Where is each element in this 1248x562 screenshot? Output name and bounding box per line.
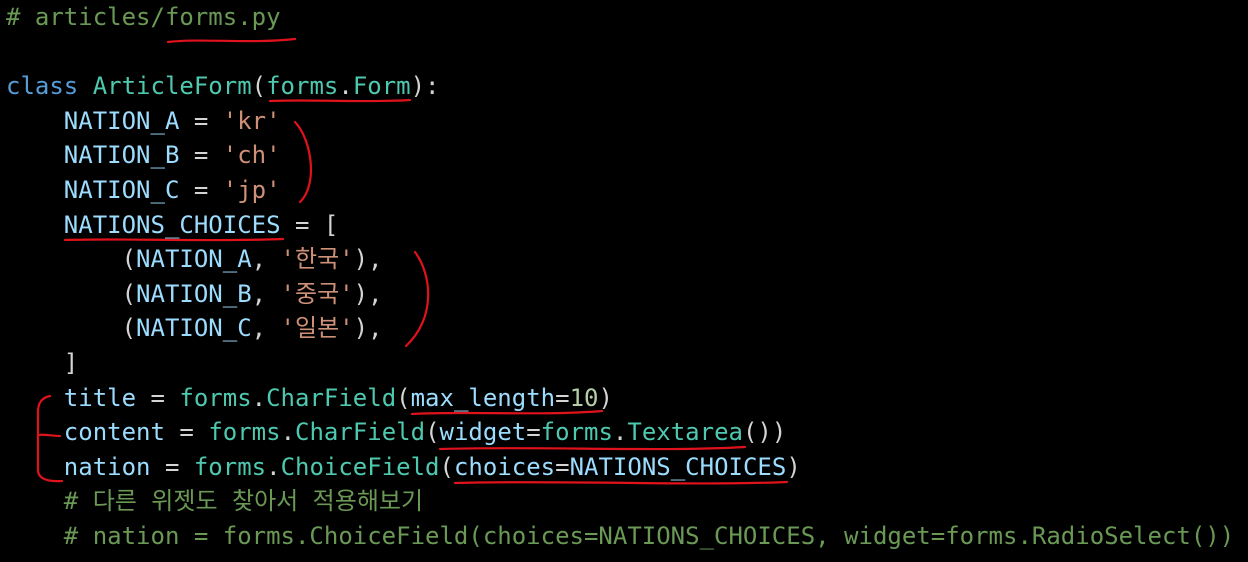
code-token: '한국': [280, 245, 354, 274]
code-token: '일본': [280, 314, 354, 343]
code-token: forms: [540, 418, 613, 447]
code-line-6[interactable]: NATION_C = 'jp': [6, 173, 1234, 208]
code-line-9[interactable]: (NATION_B, '중국'),: [6, 277, 1234, 312]
code-token: choices: [453, 452, 556, 481]
code-token: 'jp': [222, 175, 281, 204]
code-line-15[interactable]: # 다른 위젯도 찾아서 적용해보기: [6, 484, 1234, 519]
code-token: .: [251, 383, 267, 412]
code-token: ),: [353, 279, 383, 308]
code-line-11[interactable]: ]: [6, 346, 1234, 381]
code-token: forms: [208, 418, 281, 447]
code-line-10[interactable]: (NATION_C, '일본'),: [6, 311, 1234, 346]
code-token: (: [6, 279, 137, 308]
code-token: # nation = forms.ChoiceField(choices=NAT…: [6, 521, 1235, 550]
code-token: CharField: [295, 418, 426, 447]
code-block[interactable]: # articles/forms.py class ArticleForm(fo…: [6, 0, 1234, 554]
code-token: '중국': [280, 279, 354, 308]
code-token: ),: [353, 314, 383, 343]
code-token: .: [266, 452, 281, 481]
code-token: # articles/forms.py: [6, 3, 281, 31]
code-line-2[interactable]: [6, 35, 1234, 70]
code-token: ()): [742, 418, 787, 447]
code-token: CharField: [266, 383, 397, 412]
code-token: =: [555, 383, 570, 412]
code-token: (: [439, 452, 454, 481]
code-token: ,: [251, 245, 281, 274]
code-token: ):: [410, 72, 440, 101]
code-token: .: [280, 418, 296, 447]
code-token: ): [598, 383, 613, 412]
code-token: =: [179, 175, 223, 204]
code-token: =: [179, 106, 223, 135]
code-token: 10: [569, 383, 599, 412]
code-token: title: [63, 383, 137, 412]
code-token: (: [425, 418, 440, 447]
code-line-7[interactable]: NATIONS_CHOICES = [: [6, 208, 1234, 243]
code-line-8[interactable]: (NATION_A, '한국'),: [6, 242, 1234, 277]
code-token: =: [136, 383, 180, 412]
code-token: =: [555, 452, 570, 481]
code-token: NATION_A: [63, 106, 180, 135]
code-token: (: [251, 72, 267, 101]
code-token: NATION_B: [63, 141, 180, 170]
code-token: (: [396, 383, 411, 412]
code-line-1[interactable]: # articles/forms.py: [6, 0, 1234, 35]
code-line-5[interactable]: NATION_B = 'ch': [6, 138, 1234, 173]
code-token: ): [786, 452, 801, 481]
code-token: content: [63, 418, 165, 447]
code-token: ,: [251, 279, 281, 308]
code-token: ,: [251, 314, 281, 343]
code-token: NATION_B: [136, 279, 252, 308]
code-line-14[interactable]: nation = forms.ChoiceField(choices=NATIO…: [6, 450, 1234, 485]
code-line-4[interactable]: NATION_A = 'kr': [6, 104, 1234, 139]
code-token: =: [150, 452, 194, 481]
code-token: (: [6, 245, 137, 274]
code-token: = [: [280, 210, 339, 239]
code-token: forms: [266, 72, 339, 101]
code-token: forms: [193, 452, 267, 481]
code-line-12[interactable]: title = forms.CharField(max_length=10): [6, 381, 1234, 416]
code-token: ),: [353, 245, 383, 274]
code-token: =: [164, 418, 209, 447]
code-token: =: [526, 418, 541, 447]
code-token: # 다른 위젯도 찾아서 적용해보기: [6, 487, 424, 516]
code-token: ChoiceField: [280, 452, 440, 481]
code-token: ArticleForm: [92, 72, 252, 101]
code-token: forms: [179, 383, 252, 412]
code-token: NATION_C: [63, 175, 180, 204]
code-line-13[interactable]: content = forms.CharField(widget=forms.T…: [6, 415, 1234, 450]
code-line-16[interactable]: # nation = forms.ChoiceField(choices=NAT…: [6, 519, 1234, 554]
code-token: .: [612, 418, 628, 447]
code-token: 'ch': [222, 141, 281, 170]
code-token: (: [6, 314, 137, 343]
code-token: .: [338, 72, 353, 101]
code-token: class: [6, 72, 79, 101]
code-token: NATION_A: [136, 245, 252, 274]
code-token: NATIONS_CHOICES: [569, 452, 787, 481]
code-token: Form: [352, 72, 411, 101]
code-token: Textarea: [627, 418, 743, 447]
code-token: =: [179, 141, 223, 170]
code-line-3[interactable]: class ArticleForm(forms.Form):: [6, 69, 1234, 104]
code-token: nation: [63, 452, 151, 481]
code-token: NATIONS_CHOICES: [63, 210, 281, 239]
code-token: ]: [6, 348, 79, 377]
code-token: max_length: [410, 383, 556, 412]
code-token: widget: [439, 418, 527, 447]
code-editor[interactable]: # articles/forms.py class ArticleForm(fo…: [0, 0, 1248, 562]
code-token: NATION_C: [136, 314, 252, 343]
code-token: 'kr': [222, 106, 281, 135]
